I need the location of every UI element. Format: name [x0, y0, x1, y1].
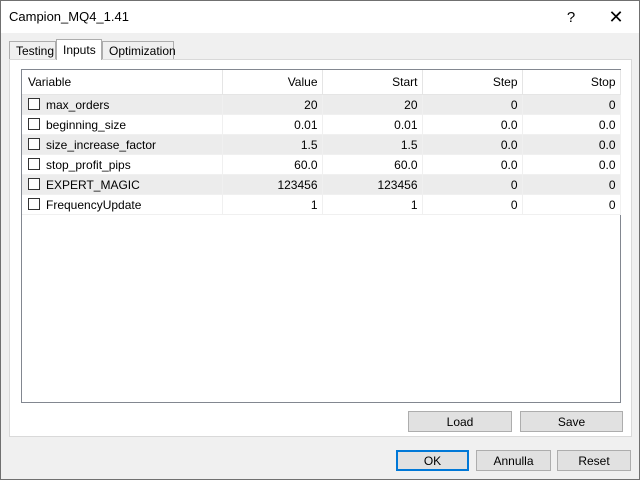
step-cell[interactable]: 0.0	[422, 154, 523, 175]
variable-name: EXPERT_MAGIC	[46, 177, 140, 192]
inputs-table: Variable Value Start Step Stop max_order…	[22, 70, 621, 215]
value-cell[interactable]: 60.0	[222, 154, 323, 175]
optimize-checkbox[interactable]	[28, 97, 40, 110]
start-cell[interactable]: 1	[322, 194, 423, 215]
start-cell[interactable]: 60.0	[322, 154, 423, 175]
column-header-stop[interactable]: Stop	[522, 70, 621, 95]
tab-testing[interactable]: Testing	[9, 41, 56, 59]
dialog-window: Campion_MQ4_1.41 ? ✕ Testing Inputs Opti…	[0, 0, 640, 480]
variable-cell: stop_profit_pips	[22, 154, 223, 175]
stop-cell[interactable]: 0	[522, 94, 621, 115]
variable-name: stop_profit_pips	[46, 157, 131, 172]
column-header-step[interactable]: Step	[422, 70, 523, 95]
variable-cell: beginning_size	[22, 114, 223, 135]
table-row[interactable]: FrequencyUpdate 1 1 0 0	[22, 194, 621, 215]
table-row[interactable]: size_increase_factor 1.5 1.5 0.0 0.0	[22, 134, 621, 155]
value-cell[interactable]: 1.5	[222, 134, 323, 155]
start-cell[interactable]: 1.5	[322, 134, 423, 155]
optimize-checkbox[interactable]	[28, 157, 40, 170]
title-bar: Campion_MQ4_1.41 ? ✕	[1, 1, 639, 33]
start-cell[interactable]: 0.01	[322, 114, 423, 135]
help-icon: ?	[566, 8, 576, 26]
column-header-variable[interactable]: Variable	[22, 70, 223, 95]
value-cell[interactable]: 0.01	[222, 114, 323, 135]
variable-cell: max_orders	[22, 94, 223, 115]
close-icon: ✕	[608, 6, 624, 27]
table-header: Variable Value Start Step Stop	[22, 70, 621, 95]
inputs-grid: Variable Value Start Step Stop max_order…	[21, 69, 621, 403]
stop-cell[interactable]: 0	[522, 194, 621, 215]
variable-name: max_orders	[46, 97, 110, 112]
optimize-checkbox[interactable]	[28, 197, 40, 210]
value-cell[interactable]: 123456	[222, 174, 323, 195]
optimize-checkbox[interactable]	[28, 117, 40, 130]
load-button[interactable]: Load	[408, 411, 512, 432]
table-row[interactable]: max_orders 20 20 0 0	[22, 94, 621, 115]
value-cell[interactable]: 20	[222, 94, 323, 115]
step-cell[interactable]: 0.0	[422, 114, 523, 135]
inputs-panel: Variable Value Start Step Stop max_order…	[9, 59, 632, 437]
step-cell[interactable]: 0	[422, 194, 523, 215]
table-row[interactable]: stop_profit_pips 60.0 60.0 0.0 0.0	[22, 154, 621, 175]
stop-cell[interactable]: 0.0	[522, 134, 621, 155]
table-row[interactable]: beginning_size 0.01 0.01 0.0 0.0	[22, 114, 621, 135]
tab-optimization[interactable]: Optimization	[102, 41, 176, 59]
cancel-button[interactable]: Annulla	[476, 450, 551, 471]
stop-cell[interactable]: 0.0	[522, 114, 621, 135]
variable-name: size_increase_factor	[46, 137, 157, 152]
start-cell[interactable]: 123456	[322, 174, 423, 195]
tab-inputs[interactable]: Inputs	[56, 39, 102, 60]
stop-cell[interactable]: 0.0	[522, 154, 621, 175]
variable-name: FrequencyUpdate	[46, 197, 142, 212]
variable-name: beginning_size	[46, 117, 127, 132]
variable-cell: FrequencyUpdate	[22, 194, 223, 215]
stop-cell[interactable]: 0	[522, 174, 621, 195]
variable-cell: EXPERT_MAGIC	[22, 174, 223, 195]
window-title: Campion_MQ4_1.41	[9, 9, 129, 24]
start-cell[interactable]: 20	[322, 94, 423, 115]
close-button[interactable]: ✕	[593, 1, 639, 33]
optimize-checkbox[interactable]	[28, 177, 40, 190]
step-cell[interactable]: 0	[422, 174, 523, 195]
step-cell[interactable]: 0	[422, 94, 523, 115]
help-button[interactable]: ?	[548, 1, 594, 33]
optimize-checkbox[interactable]	[28, 137, 40, 150]
table-row[interactable]: EXPERT_MAGIC 123456 123456 0 0	[22, 174, 621, 195]
column-header-value[interactable]: Value	[222, 70, 323, 95]
variable-cell: size_increase_factor	[22, 134, 223, 155]
step-cell[interactable]: 0.0	[422, 134, 523, 155]
value-cell[interactable]: 1	[222, 194, 323, 215]
column-header-start[interactable]: Start	[322, 70, 423, 95]
ok-button[interactable]: OK	[396, 450, 469, 471]
save-button[interactable]: Save	[520, 411, 623, 432]
reset-button[interactable]: Reset	[557, 450, 631, 471]
